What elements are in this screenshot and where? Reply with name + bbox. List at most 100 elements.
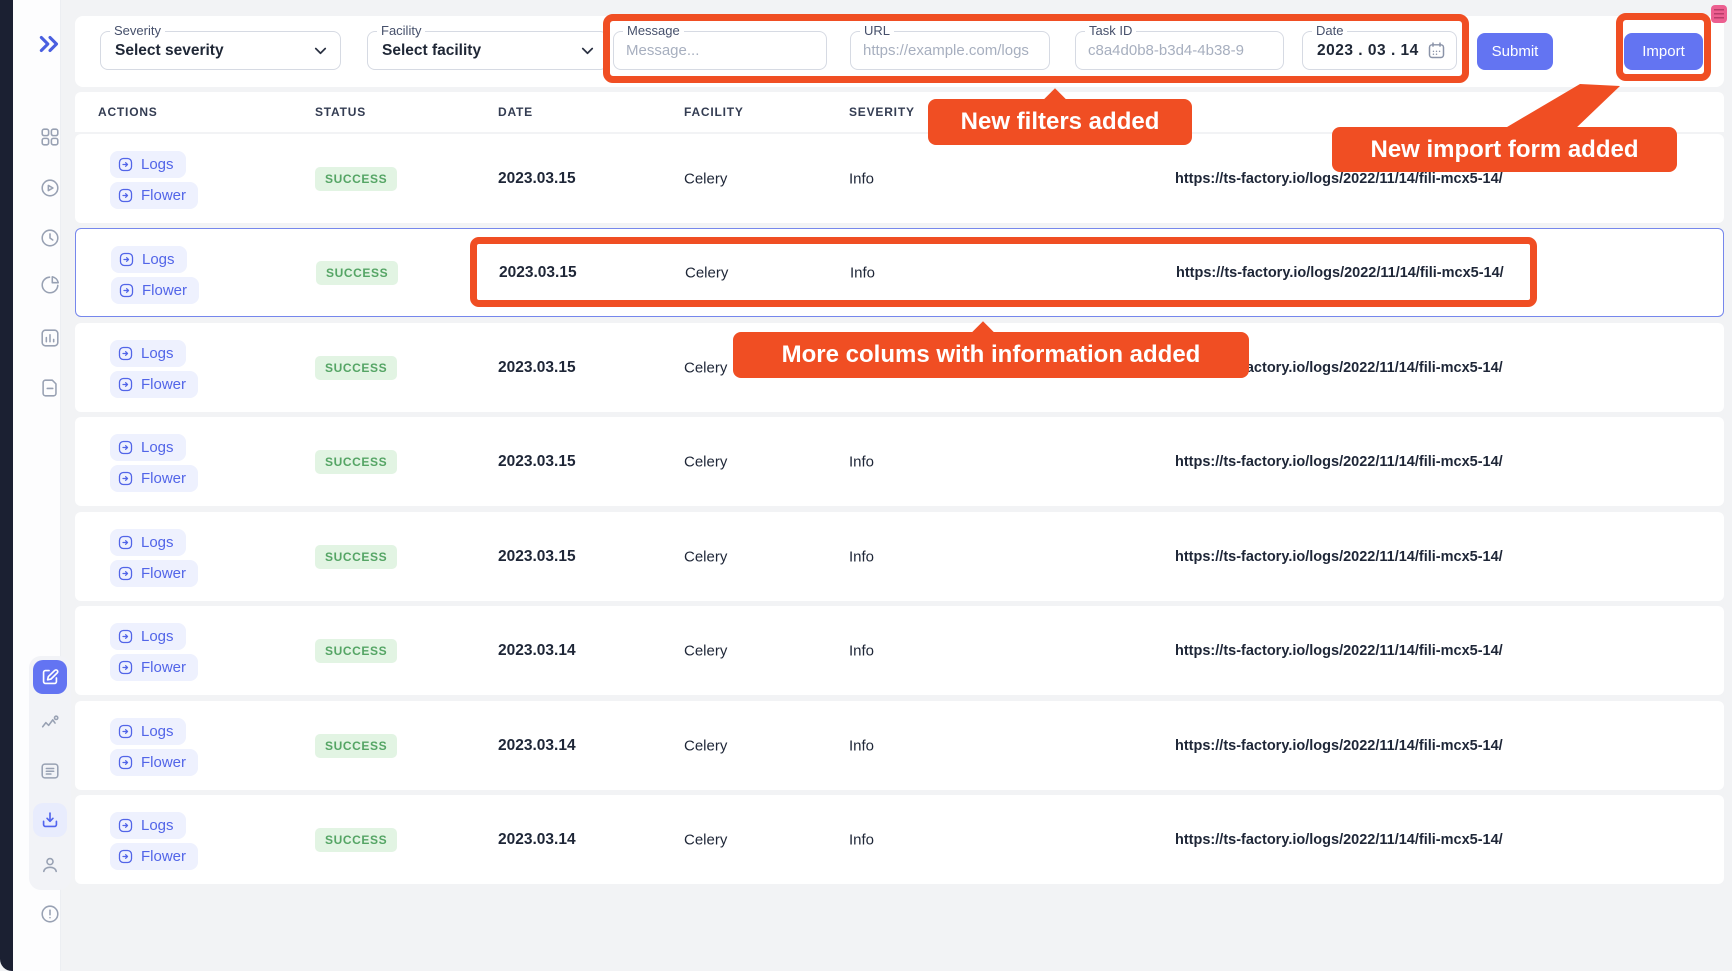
double-chevron-right-icon[interactable] [37, 31, 63, 57]
logs-link[interactable]: Logs [110, 812, 186, 839]
severity-label: Severity [110, 23, 165, 39]
severity-select[interactable]: Severity Select severity [100, 31, 341, 70]
arrow-square-icon [117, 156, 134, 173]
logs-link[interactable]: Logs [111, 246, 187, 273]
date-cell: 2023.03.14 [498, 737, 576, 755]
arrow-square-icon [117, 723, 134, 740]
severity-cell: Info [849, 170, 874, 187]
play-circle-icon[interactable] [39, 177, 61, 199]
facility-cell: Celery [684, 359, 727, 376]
bar-chart-icon[interactable] [39, 327, 61, 349]
column-header-date: DATE [498, 105, 533, 119]
date-cell: 2023.03.14 [498, 831, 576, 849]
pie-chart-icon[interactable] [39, 274, 61, 296]
url-field: URL [850, 31, 1050, 70]
flower-link[interactable]: Flower [110, 749, 198, 776]
clock-icon[interactable] [39, 227, 61, 249]
url-cell: https://ts-factory.io/logs/2022/11/14/fi… [1175, 549, 1503, 565]
date-cell: 2023.03.15 [498, 359, 576, 377]
sidebar [13, 0, 61, 971]
date-label: Date [1312, 23, 1347, 39]
url-cell: https://ts-factory.io/logs/2022/11/14/fi… [1175, 171, 1503, 187]
status-badge: SUCCESS [316, 261, 398, 285]
task-id-field: Task ID [1075, 31, 1284, 70]
chevron-down-icon [578, 41, 597, 65]
chevron-down-icon [311, 41, 330, 65]
logs-link[interactable]: Logs [110, 434, 186, 461]
edit-icon-active[interactable] [33, 660, 67, 694]
dark-rail [0, 0, 13, 971]
severity-cell: Info [849, 737, 874, 754]
flower-link[interactable]: Flower [110, 465, 198, 492]
alert-circle-icon[interactable] [39, 903, 61, 925]
flower-link[interactable]: Flower [111, 277, 199, 304]
arrow-square-icon [117, 470, 134, 487]
arrow-square-icon [117, 534, 134, 551]
url-label: URL [860, 23, 894, 39]
facility-label: Facility [377, 23, 425, 39]
download-icon-active[interactable] [33, 803, 67, 837]
column-header-facility: FACILITY [684, 105, 744, 119]
corner-badge-icon[interactable] [1711, 5, 1727, 23]
url-cell: https://ts-factory.io/logs/2022/11/14/fi… [1175, 643, 1503, 659]
calendar-icon[interactable] [1426, 40, 1447, 66]
facility-cell: Celery [684, 453, 727, 470]
filter-bar: Severity Select severity Facility Select… [75, 16, 1724, 87]
arrow-square-icon [117, 187, 134, 204]
import-button[interactable]: Import [1624, 33, 1703, 70]
status-badge: SUCCESS [315, 545, 397, 569]
column-header-severity: SEVERITY [849, 105, 915, 119]
message-label: Message [623, 23, 684, 39]
message-field: Message [613, 31, 827, 70]
logs-link[interactable]: Logs [110, 529, 186, 556]
column-header-actions: ACTIONS [98, 105, 158, 119]
activity-icon[interactable] [39, 713, 61, 735]
severity-cell: Info [849, 548, 874, 565]
table-row: Logs Flower SUCCESS 2023.03.14 Celery In… [75, 606, 1724, 695]
arrow-square-icon [118, 251, 135, 268]
flower-link[interactable]: Flower [110, 371, 198, 398]
facility-cell: Celery [684, 642, 727, 659]
arrow-square-icon [117, 565, 134, 582]
facility-cell: Celery [684, 170, 727, 187]
facility-cell: Celery [685, 264, 728, 281]
table-row: Logs Flower SUCCESS 2023.03.14 Celery In… [75, 795, 1724, 884]
task-id-label: Task ID [1085, 23, 1136, 39]
flower-link[interactable]: Flower [110, 654, 198, 681]
filters-callout: New filters added [928, 99, 1192, 145]
submit-button[interactable]: Submit [1477, 33, 1553, 70]
arrow-square-icon [117, 754, 134, 771]
logs-link[interactable]: Logs [110, 623, 186, 650]
person-icon[interactable] [39, 854, 61, 876]
document-icon[interactable] [39, 377, 61, 399]
flower-link[interactable]: Flower [110, 182, 198, 209]
flower-link[interactable]: Flower [110, 843, 198, 870]
facility-select[interactable]: Facility Select facility [367, 31, 608, 70]
arrow-square-icon [117, 817, 134, 834]
logs-link[interactable]: Logs [110, 718, 186, 745]
dashboard-grid-icon[interactable] [39, 126, 61, 148]
date-cell: 2023.03.15 [498, 170, 576, 188]
url-cell: https://ts-factory.io/logs/2022/11/14/fi… [1176, 265, 1504, 281]
arrow-square-icon [118, 282, 135, 299]
table-row: Logs Flower SUCCESS 2023.03.14 Celery In… [75, 701, 1724, 790]
date-cell: 2023.03.14 [498, 642, 576, 660]
table-header: ACTIONS STATUS DATE FACILITY SEVERITY [75, 92, 1724, 132]
table-row: Logs Flower SUCCESS 2023.03.15 Celery In… [75, 512, 1724, 601]
severity-cell: Info [850, 264, 875, 281]
severity-cell: Info [849, 642, 874, 659]
date-field[interactable]: Date 2023 . 03 . 14 [1302, 31, 1457, 70]
app-window: Severity Select severity Facility Select… [0, 0, 1732, 971]
flower-link[interactable]: Flower [110, 560, 198, 587]
arrow-square-icon [117, 345, 134, 362]
date-cell: 2023.03.15 [499, 264, 577, 282]
arrow-square-icon [117, 628, 134, 645]
list-icon[interactable] [39, 760, 61, 782]
date-cell: 2023.03.15 [498, 548, 576, 566]
severity-cell: Info [849, 453, 874, 470]
logs-link[interactable]: Logs [110, 340, 186, 367]
import-callout: New import form added [1332, 127, 1677, 172]
columns-callout: More colums with information added [733, 332, 1249, 378]
status-badge: SUCCESS [315, 639, 397, 663]
logs-link[interactable]: Logs [110, 151, 186, 178]
